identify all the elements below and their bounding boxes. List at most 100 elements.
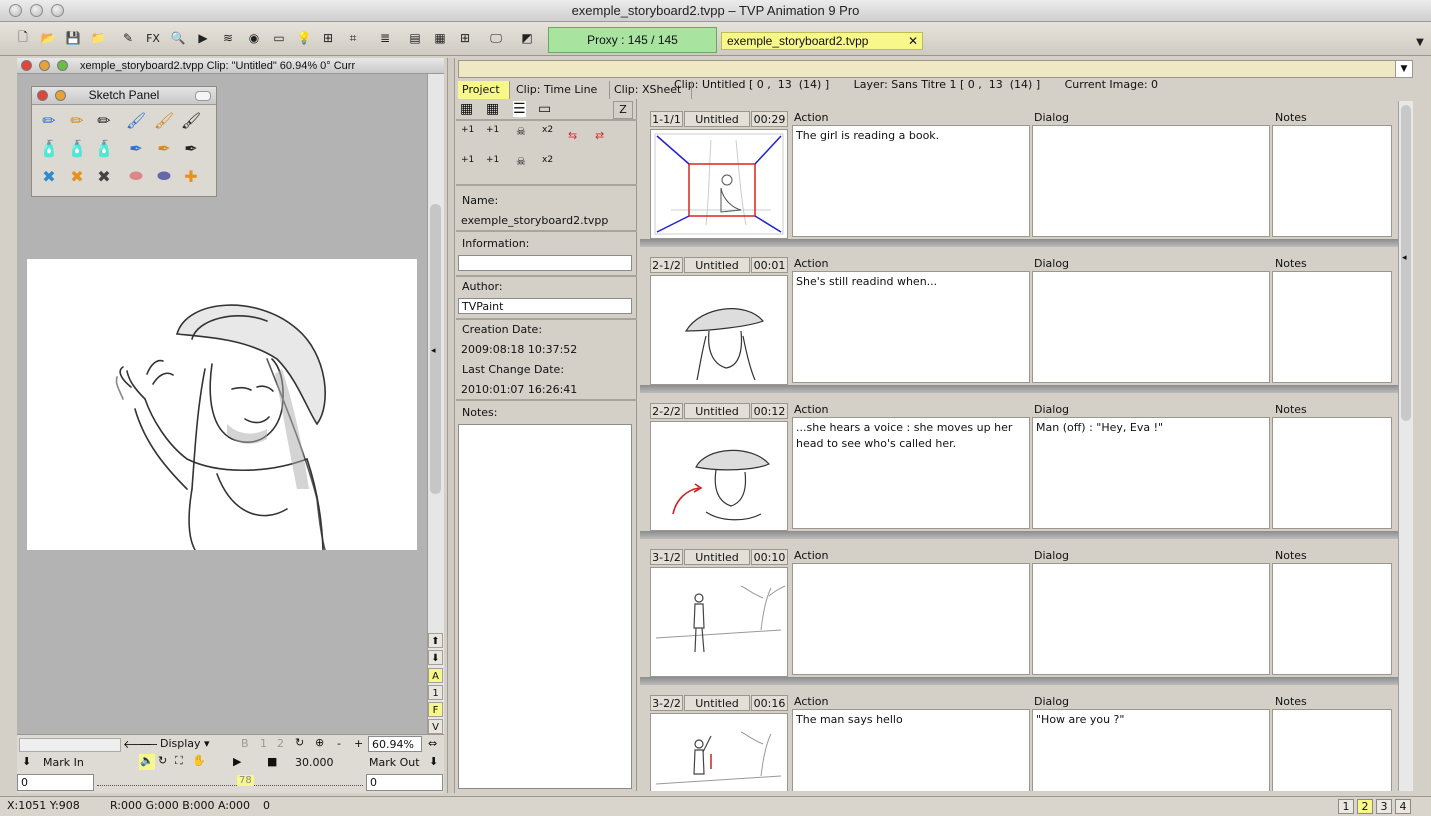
orange-brush-icon[interactable]: 🖌 — [152, 108, 176, 132]
shot-title[interactable]: Untitled — [684, 111, 750, 127]
view2-icon[interactable]: ▦ — [430, 28, 450, 48]
shot-thumbnail[interactable] — [650, 129, 788, 239]
gradient-icon[interactable]: ◩ — [517, 28, 537, 48]
action-field[interactable]: ...she hears a voice : she moves up her … — [792, 417, 1030, 529]
view-list-icon[interactable]: ☰ — [513, 101, 526, 117]
black-eraser-x-icon[interactable]: ✖ — [92, 164, 116, 188]
grid-icon[interactable]: ⊞ — [318, 28, 338, 48]
side-button-1[interactable]: 1 — [428, 685, 443, 700]
storyboard-row[interactable]: 2-2/2 Untitled 00:12 Action Dialog Notes… — [650, 395, 1392, 531]
monitor-icon[interactable]: 🖵 — [486, 28, 506, 48]
dropdown-arrow-icon[interactable]: ▼ — [1410, 32, 1430, 52]
document-tab[interactable]: exemple_storyboard2.tvpp ✕ — [721, 32, 923, 50]
zoom-in-button[interactable]: + — [354, 737, 363, 750]
blue-marker-icon[interactable]: ✒ — [124, 136, 148, 160]
new-file-icon[interactable]: 🗋 — [13, 28, 33, 48]
black-ink-icon[interactable]: 🧴 — [92, 136, 116, 160]
action-field[interactable]: The man says hello — [792, 709, 1030, 791]
split-icon[interactable]: ⇆ — [568, 129, 577, 142]
page-button-4[interactable]: 4 — [1395, 799, 1411, 814]
shot-title[interactable]: Untitled — [684, 695, 750, 711]
close-icon[interactable] — [21, 60, 32, 71]
folder-icon[interactable]: 📁 — [88, 28, 108, 48]
dialog-field[interactable] — [1032, 125, 1270, 237]
timeline-track[interactable] — [97, 781, 363, 786]
add-after-button[interactable]: +1 — [486, 125, 499, 135]
delete-clip-icon[interactable]: ☠ — [516, 125, 526, 138]
view-grid-small-icon[interactable]: ▦ — [460, 101, 473, 117]
tab-clip-timeline[interactable]: Clip: Time Line — [512, 81, 610, 99]
view-strip-icon[interactable]: ▭ — [538, 101, 551, 117]
chevron-down-icon[interactable]: ▼ — [1395, 61, 1412, 77]
scroll-down-arrow-icon[interactable]: ⬇ — [428, 650, 443, 665]
orange-pencil-icon[interactable]: ✏ — [65, 108, 89, 132]
author-field[interactable]: TVPaint — [458, 298, 632, 314]
duplicate-shot-button[interactable]: x2 — [542, 155, 553, 165]
sound-icon[interactable]: 🔈 — [139, 754, 155, 770]
page-button-2[interactable]: 2 — [1357, 799, 1373, 814]
tab-project[interactable]: Project — [458, 81, 510, 99]
action-field[interactable] — [792, 563, 1030, 675]
rotate-icon[interactable]: ↻ — [295, 736, 304, 749]
blue-brush-icon[interactable]: 🖌 — [124, 108, 148, 132]
crop-icon[interactable]: ⌗ — [343, 28, 363, 48]
shot-title[interactable]: Untitled — [684, 257, 750, 273]
delete-shot-icon[interactable]: ☠ — [516, 155, 526, 168]
notes-field[interactable] — [1272, 271, 1392, 383]
hand-icon[interactable]: ✋ — [192, 754, 206, 767]
action-field[interactable]: She's still readind when... — [792, 271, 1030, 383]
zoom-field[interactable]: 60.94% — [368, 736, 422, 752]
fullscreen-icon[interactable]: ⛶ — [175, 754, 183, 768]
zoom-arrows-icon[interactable]: ⇔ — [428, 737, 437, 750]
notes-field[interactable] — [458, 424, 632, 789]
information-field[interactable] — [458, 255, 632, 271]
mark-in-button[interactable]: Mark In — [43, 756, 84, 769]
loop-icon[interactable]: ↻ — [158, 754, 167, 767]
eraser-icon[interactable]: ⬬ — [152, 164, 176, 188]
action-field[interactable]: The girl is reading a book. — [792, 125, 1030, 237]
light-icon[interactable]: 💡 — [294, 28, 314, 48]
dialog-field[interactable] — [1032, 271, 1270, 383]
orange-eraser-x-icon[interactable]: ✖ — [65, 164, 89, 188]
dialog-field[interactable] — [1032, 563, 1270, 675]
storyboard-row[interactable]: 3-2/2 Untitled 00:16 Action Dialog Notes… — [650, 687, 1392, 791]
z-button[interactable]: Z — [613, 101, 633, 119]
notes-field[interactable] — [1272, 709, 1392, 791]
light-table-1-button[interactable]: 1 — [260, 737, 267, 750]
color-wheel-icon[interactable]: ◉ — [244, 28, 264, 48]
toggle-icon[interactable] — [195, 91, 211, 101]
palette-icon[interactable]: ▭ — [269, 28, 289, 48]
add-shot-before-button[interactable]: +1 — [461, 155, 474, 165]
black-brush-icon[interactable]: 🖌 — [179, 108, 203, 132]
display-select[interactable]: Display ▾ — [157, 736, 235, 752]
tab-clip-xsheet[interactable]: Clip: XSheet — [610, 81, 692, 99]
fx-button[interactable]: FX — [143, 28, 163, 48]
side-button-v[interactable]: V — [428, 719, 443, 734]
shot-thumbnail[interactable] — [650, 713, 788, 791]
page-button-3[interactable]: 3 — [1376, 799, 1392, 814]
scroll-arrow-icon[interactable]: ◂ — [1402, 253, 1407, 263]
layer-stack-icon[interactable]: ≣ — [375, 28, 395, 48]
blue-ink-icon[interactable]: 🧴 — [37, 136, 61, 160]
page-button-1[interactable]: 1 — [1338, 799, 1354, 814]
center-view-icon[interactable]: ⊕ — [315, 736, 324, 749]
play-button-icon[interactable]: ▶ — [233, 755, 241, 768]
down-arrow-icon[interactable]: ⬇ — [22, 755, 31, 768]
view-grid-large-icon[interactable]: ▦ — [486, 101, 499, 117]
light-table-2-button[interactable]: 2 — [277, 737, 284, 750]
add-shot-after-button[interactable]: +1 — [486, 155, 499, 165]
dialog-field[interactable]: Man (off) : "Hey, Eva !" — [1032, 417, 1270, 529]
save-icon[interactable]: 💾 — [63, 28, 83, 48]
pane-splitter[interactable] — [447, 58, 455, 793]
collapse-arrow-icon[interactable]: ◂ — [431, 346, 436, 356]
shot-thumbnail[interactable] — [650, 421, 788, 531]
side-button-a[interactable]: A — [428, 668, 443, 683]
scroll-thumb[interactable] — [1401, 105, 1411, 421]
dialog-field[interactable]: "How are you ?" — [1032, 709, 1270, 791]
notes-field[interactable] — [1272, 125, 1392, 237]
storyboard-row[interactable]: 2-1/2 Untitled 00:01 Action Dialog Notes… — [650, 249, 1392, 385]
play-icon[interactable]: ▶ — [193, 28, 213, 48]
zoom-icon[interactable]: 🔍 — [168, 28, 188, 48]
view3-icon[interactable]: ⊞ — [455, 28, 475, 48]
storyboard-row[interactable]: 1-1/1 Untitled 00:29 Action Dialog Notes… — [650, 103, 1392, 239]
